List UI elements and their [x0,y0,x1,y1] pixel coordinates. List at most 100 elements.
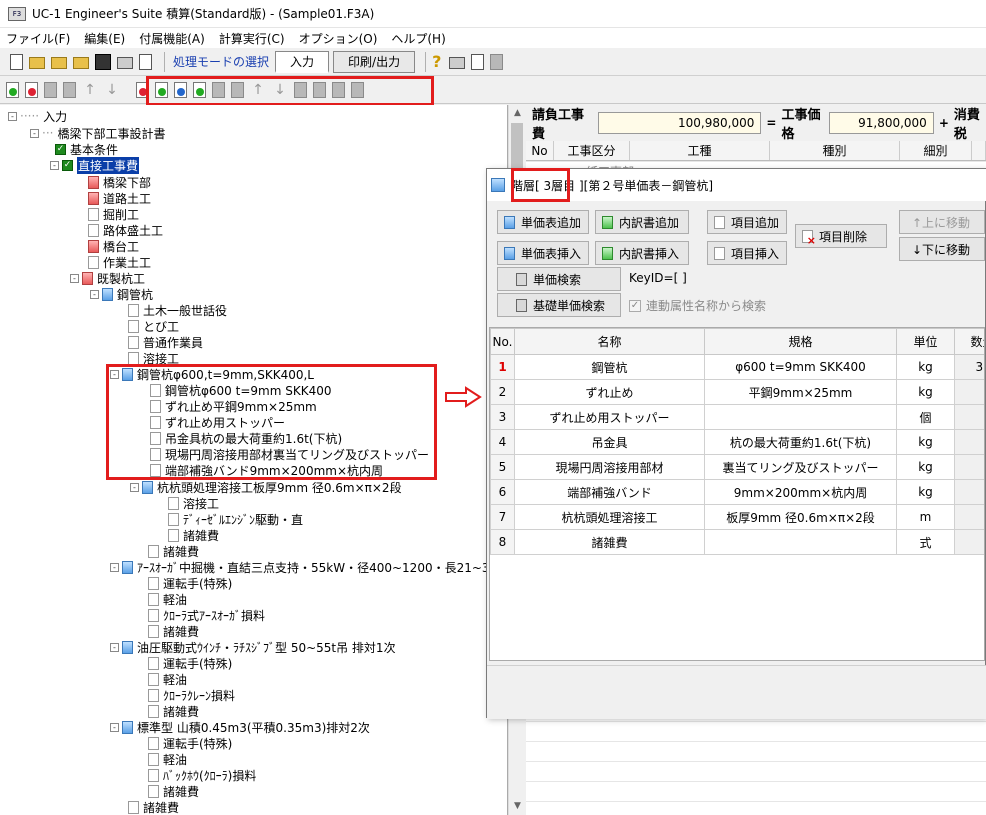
tree-row[interactable]: - 油圧駆動式ｳｲﾝﾁ・ﾗﾁｽｼﾞﾌﾞ型 50~55t吊 排対1次 [110,639,396,655]
item-up-icon[interactable]: ↑ [250,82,266,98]
tree-row[interactable]: 土木一般世話役 [128,302,227,318]
delete-item-button[interactable]: 項目削除 [795,224,887,248]
insert-detail-button[interactable]: 内訳書挿入 [595,241,689,265]
tree-row[interactable]: ｸﾛｰﾗｸﾚｰﾝ損料 [148,687,235,703]
row-name[interactable]: 吊金具 [514,429,705,455]
table-row[interactable]: 1 鋼管杭 φ600 t=9mm SKK400 kg 3144 [490,354,984,380]
table-row[interactable]: 3 ずれ止め用ストッパー 個 6. [490,404,984,430]
collapse-toggle[interactable]: - [110,722,119,732]
row-unit[interactable]: kg [896,429,955,455]
item-down-icon[interactable]: ↓ [272,82,288,98]
menu-options[interactable]: オプション(O) [299,30,378,47]
row-name[interactable]: 現場円周溶接用部材 [514,454,705,480]
tree-row[interactable]: - ｱｰｽｵｰｶﾞ中掘機・直結三点支持・55kW・径400~1200・長21~33 [110,559,497,575]
row-spec[interactable]: 杭の最大荷重約1.6t(下杭) [704,429,897,455]
collapse-toggle[interactable]: - [50,160,59,170]
reference-icon[interactable] [73,56,89,69]
tree-row[interactable]: ｸﾛｰﾗ式ｱｰｽｵｰｶﾞ損料 [148,607,265,623]
tree-row[interactable]: - 鋼管杭 [90,286,153,302]
tree-row[interactable]: とび工 [128,318,179,334]
tree-row[interactable]: ﾃﾞｨｰｾﾞﾙｴﾝｼﾞﾝ駆動・直 [168,511,303,527]
tree-row[interactable]: 運転手(特殊) [148,655,232,671]
save-icon[interactable] [95,53,111,70]
menu-calculate[interactable]: 計算実行(C) [219,30,285,47]
add-green-detail-icon[interactable] [155,82,168,98]
new-file-icon[interactable] [10,53,23,70]
add-item-icon[interactable] [193,82,206,98]
tree-row[interactable]: 鋼管杭φ600 t=9mm SKK400 [150,382,331,398]
row-unit[interactable]: kg [896,479,955,505]
row-name[interactable]: ずれ止め用ストッパー [514,404,705,430]
tree-row[interactable]: 吊金具杭の最大荷重約1.6t(下杭) [150,430,342,446]
menu-file[interactable]: ファイル(F) [6,30,70,47]
open-sample-icon[interactable] [51,56,67,69]
row-name[interactable]: 杭杭頭処理溶接工 [514,504,705,530]
row-unit[interactable]: kg [896,354,955,380]
tree-row[interactable]: 諸雑費 [148,783,199,799]
tree-row[interactable]: 掘削工 [88,206,139,222]
link-search-checkbox[interactable]: ✓ 連動属性名称から検索 [629,297,766,314]
row-spec[interactable] [704,529,897,555]
open-folder-icon[interactable] [29,56,45,69]
menu-help[interactable]: ヘルプ(H) [391,30,445,47]
tree-row[interactable]: 普通作業員 [128,334,203,350]
tree-row[interactable]: - ····· 入力 [8,108,67,124]
add-detail-button[interactable]: 内訳書追加 [595,210,689,234]
tree-row[interactable]: - 標準型 山積0.45m3(平積0.35m3)排対2次 [110,719,370,735]
row-qty[interactable]: 6. [954,404,984,430]
tree-row[interactable]: - 鋼管杭φ600,t=9mm,SKK400,L [110,366,314,382]
row-name[interactable]: ずれ止め [514,379,705,405]
homepage-icon[interactable] [490,53,504,70]
register-icon[interactable] [332,82,345,98]
row-spec[interactable]: 9mm×200mm×杭内周 [704,479,897,505]
row-qty[interactable]: 3144 [954,354,984,380]
move-up-icon[interactable]: ↑ [82,82,98,98]
tree-view[interactable]: - ····· 入力 - ··· 橋梁下部工事設計書 ✓ 基本条件 - ✓ 直接… [0,105,508,815]
tree-row[interactable]: 道路土工 [88,190,151,206]
add-unit-table-button[interactable]: 単価表追加 [497,210,589,234]
tree-row[interactable]: 諸雑費 [168,527,219,543]
add-pink-unit-icon[interactable] [136,82,149,98]
row-qty[interactable]: 27 [954,479,984,505]
copy-item-icon[interactable] [212,82,225,98]
tab-print-output[interactable]: 印刷/出力 [333,50,416,73]
tree-row[interactable]: ✓ 基本条件 [55,141,118,157]
table-row[interactable]: 7 杭杭頭処理溶接工 板厚9mm 径0.6m×π×2段 m 4. [490,504,984,530]
tree-row[interactable]: 諸雑費 [148,543,199,559]
row-qty[interactable]: 6. [954,379,984,405]
collapse-toggle[interactable]: - [8,111,17,121]
row-unit[interactable]: m [896,504,955,530]
insert-item-button[interactable]: 項目挿入 [707,241,787,265]
library-icon[interactable] [351,82,364,98]
base-search-button[interactable]: 基礎単価検索 [497,293,621,317]
table-row[interactable]: 6 端部補強バンド 9mm×200mm×杭内周 kg 27 [490,479,984,505]
scroll-up-icon[interactable]: ▲ [509,105,526,122]
collapse-toggle[interactable]: - [110,562,119,572]
row-name[interactable]: 端部補強バンド [514,479,705,505]
tree-row[interactable]: - 既製杭工 [70,270,145,286]
tree-row[interactable]: ﾊﾞｯｸﾎｳ(ｸﾛｰﾗ)損料 [148,767,256,783]
copy-node-icon[interactable] [44,82,57,98]
tree-row[interactable]: 端部補強バンド9mm×200mm×杭内周 [150,462,383,478]
help-icon[interactable]: ? [432,52,441,71]
collapse-toggle[interactable]: - [30,128,39,138]
collapse-toggle[interactable]: - [90,289,99,299]
collapse-toggle[interactable]: - [110,369,119,379]
row-unit[interactable]: kg [896,379,955,405]
tree-row[interactable]: 橋梁下部 [88,174,151,190]
checkbox-box[interactable]: ✓ [629,299,641,312]
tree-row[interactable]: ずれ止め用ストッパー [150,414,285,430]
paste-node-icon[interactable] [63,82,76,98]
delete-node-icon[interactable] [25,82,38,98]
tree-row[interactable]: 諸雑費 [128,799,179,815]
row-spec[interactable]: φ600 t=9mm SKK400 [704,354,897,380]
row-name[interactable]: 鋼管杭 [514,354,705,380]
menu-edit[interactable]: 編集(E) [84,30,125,47]
tree-row[interactable]: ずれ止め平鋼9mm×25mm [150,398,317,414]
export-icon[interactable] [139,53,152,70]
tree-row[interactable]: 溶接工 [168,495,219,511]
row-qty[interactable]: 4. [954,504,984,530]
collapse-toggle[interactable]: - [130,482,139,492]
table-row[interactable]: 5 現場円周溶接用部材 裏当てリング及びストッパー kg 3. [490,454,984,480]
table-row[interactable]: 4 吊金具 杭の最大荷重約1.6t(下杭) kg 4. [490,429,984,455]
